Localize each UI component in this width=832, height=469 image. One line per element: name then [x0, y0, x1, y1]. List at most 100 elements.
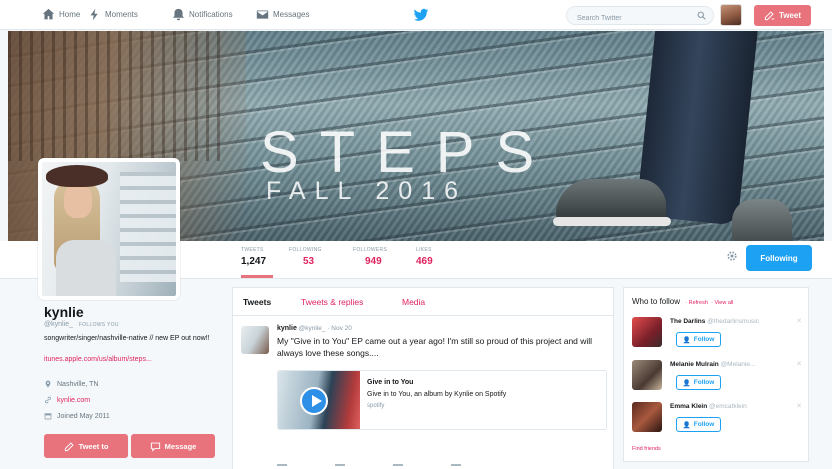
banner-shoe-back [732, 199, 792, 241]
card-description: Give in to You, an album by Kynlie on Sp… [367, 391, 507, 398]
tab-media[interactable]: Media [402, 297, 425, 307]
nav-home[interactable]: Home [42, 8, 80, 21]
profile-name: kynlie [44, 304, 84, 320]
nav-notifications[interactable]: Notifications [172, 8, 233, 21]
who-to-follow-title: Who to follow [632, 297, 681, 306]
profile-handle[interactable]: @kynlie_ [44, 321, 73, 328]
tweet-button[interactable]: Tweet [754, 5, 811, 26]
tab-tweets-replies[interactable]: Tweets & replies [301, 297, 363, 307]
view-all-link[interactable]: · View all [711, 300, 733, 306]
tweet-actions [277, 464, 461, 469]
stat-likes-label: LIKES [416, 247, 432, 253]
add-user-icon: 👤 [682, 421, 691, 429]
stat-likes-value: 469 [416, 256, 433, 267]
compose-icon [64, 441, 74, 451]
dismiss-icon[interactable]: ✕ [796, 402, 802, 410]
stat-followers[interactable]: FOLLOWERS 949 [353, 247, 387, 267]
message-label: Message [164, 441, 197, 451]
banner-shoe-sole [553, 217, 671, 226]
suggestion-name-row[interactable]: Emma Klein @emcatklein [670, 403, 747, 410]
suggestion-item: Melanie Mulrain @Melanie... ✕ 👤 Follow [632, 358, 804, 394]
dismiss-icon[interactable]: ✕ [796, 317, 802, 325]
tweet-to-label: Tweet to [78, 441, 109, 451]
user-avatar[interactable] [720, 4, 742, 26]
card-title: Give in to You [367, 379, 414, 386]
stat-likes[interactable]: LIKES 469 [416, 247, 433, 267]
play-icon[interactable] [300, 387, 328, 415]
follow-button[interactable]: 👤 Follow [676, 417, 721, 432]
suggestion-handle: @thedarlinsmusic [707, 318, 759, 325]
tweet-to-button[interactable]: Tweet to [44, 434, 128, 458]
lightning-icon [90, 8, 98, 21]
twitter-bird-icon[interactable] [413, 7, 429, 23]
profile-joined-text: Joined May 2011 [57, 412, 110, 420]
suggestion-handle: @emcatklein [709, 403, 747, 410]
profile-photo-face [64, 184, 92, 218]
envelope-icon [256, 10, 269, 19]
message-icon [150, 442, 160, 452]
retweet-icon[interactable] [335, 464, 345, 469]
tweet-author[interactable]: kynlie [277, 325, 297, 332]
nav-messages-label: Messages [273, 10, 310, 19]
message-button[interactable]: Message [131, 434, 215, 458]
tweet-header: kynlie @kynlie_ · Nov 20 [277, 325, 352, 332]
add-user-icon: 👤 [682, 379, 691, 387]
profile-joined: Joined May 2011 [44, 412, 110, 420]
like-icon[interactable] [393, 464, 403, 469]
nav-home-label: Home [59, 10, 81, 19]
profile-location-text: Nashville, TN [57, 380, 99, 388]
timeline: Tweets Tweets & replies Media kynlie @ky… [232, 287, 614, 469]
profile-bio-link[interactable]: itunes.apple.com/us/album/steps... [44, 356, 152, 363]
dismiss-icon[interactable]: ✕ [796, 360, 802, 368]
search-box [566, 6, 714, 27]
suggestion-name: The Darlins [670, 318, 706, 325]
following-button[interactable]: Following [746, 245, 812, 271]
stat-tweets[interactable]: TWEETS 1,247 [241, 247, 274, 278]
compose-icon [764, 11, 775, 21]
suggestion-name-row[interactable]: Melanie Mulrain @Melanie... [670, 361, 755, 368]
profile-photo-hat [46, 165, 108, 187]
profile-website-text[interactable]: kynlie.com [57, 397, 90, 404]
suggestion-item: The Darlins @thedarlinsmusic ✕ 👤 Follow [632, 315, 804, 351]
tweet-text: My "Give in to You" EP came out a year a… [277, 336, 593, 358]
profile-photo[interactable] [38, 158, 180, 300]
suggestion-avatar[interactable] [632, 402, 662, 432]
tab-tweets[interactable]: Tweets [243, 297, 271, 307]
gear-icon[interactable] [726, 250, 738, 262]
nav-messages[interactable]: Messages [256, 8, 309, 21]
reply-icon[interactable] [277, 464, 287, 469]
follow-button[interactable]: 👤 Follow [676, 332, 721, 347]
suggestion-item: Emma Klein @emcatklein ✕ 👤 Follow [632, 400, 804, 436]
who-to-follow: Who to follow · Refresh · View all The D… [623, 287, 809, 462]
nav-moments[interactable]: Moments [88, 8, 138, 21]
card-source: spotify [367, 403, 385, 409]
profile-photo-rail [120, 172, 176, 282]
stat-tweets-label: TWEETS [241, 247, 264, 253]
location-pin-icon [45, 380, 51, 388]
tweet-handle: @kynlie_ [298, 325, 326, 332]
tweet-media-card[interactable]: Give in to You Give in to You, an album … [277, 370, 607, 430]
stat-following[interactable]: FOLLOWING 53 [289, 247, 322, 267]
suggestion-avatar[interactable] [632, 360, 662, 390]
nav-moments-label: Moments [105, 10, 138, 19]
link-icon [45, 396, 51, 404]
banner-railing [8, 31, 228, 161]
follow-button[interactable]: 👤 Follow [676, 375, 721, 390]
tweet-avatar[interactable] [241, 326, 269, 354]
tweet-date[interactable]: · Nov 20 [327, 325, 352, 332]
stat-following-label: FOLLOWING [289, 247, 322, 253]
follows-you-badge: FOLLOWS YOU [78, 322, 119, 328]
more-icon[interactable] [451, 464, 461, 469]
refresh-link[interactable]: · Refresh [685, 300, 708, 306]
tweet-button-label: Tweet [778, 11, 802, 20]
search-input[interactable] [567, 10, 687, 27]
add-user-icon: 👤 [682, 336, 691, 344]
top-nav: Home Moments Notifications Messages Twee… [0, 0, 832, 30]
profile-website[interactable]: kynlie.com [44, 396, 90, 404]
find-friends-link[interactable]: Find friends [632, 446, 661, 452]
search-icon[interactable] [697, 11, 706, 20]
stat-tweets-value: 1,247 [241, 256, 267, 267]
suggestion-avatar[interactable] [632, 317, 662, 347]
suggestion-name-row[interactable]: The Darlins @thedarlinsmusic [670, 318, 759, 325]
stat-following-value: 53 [303, 256, 315, 267]
